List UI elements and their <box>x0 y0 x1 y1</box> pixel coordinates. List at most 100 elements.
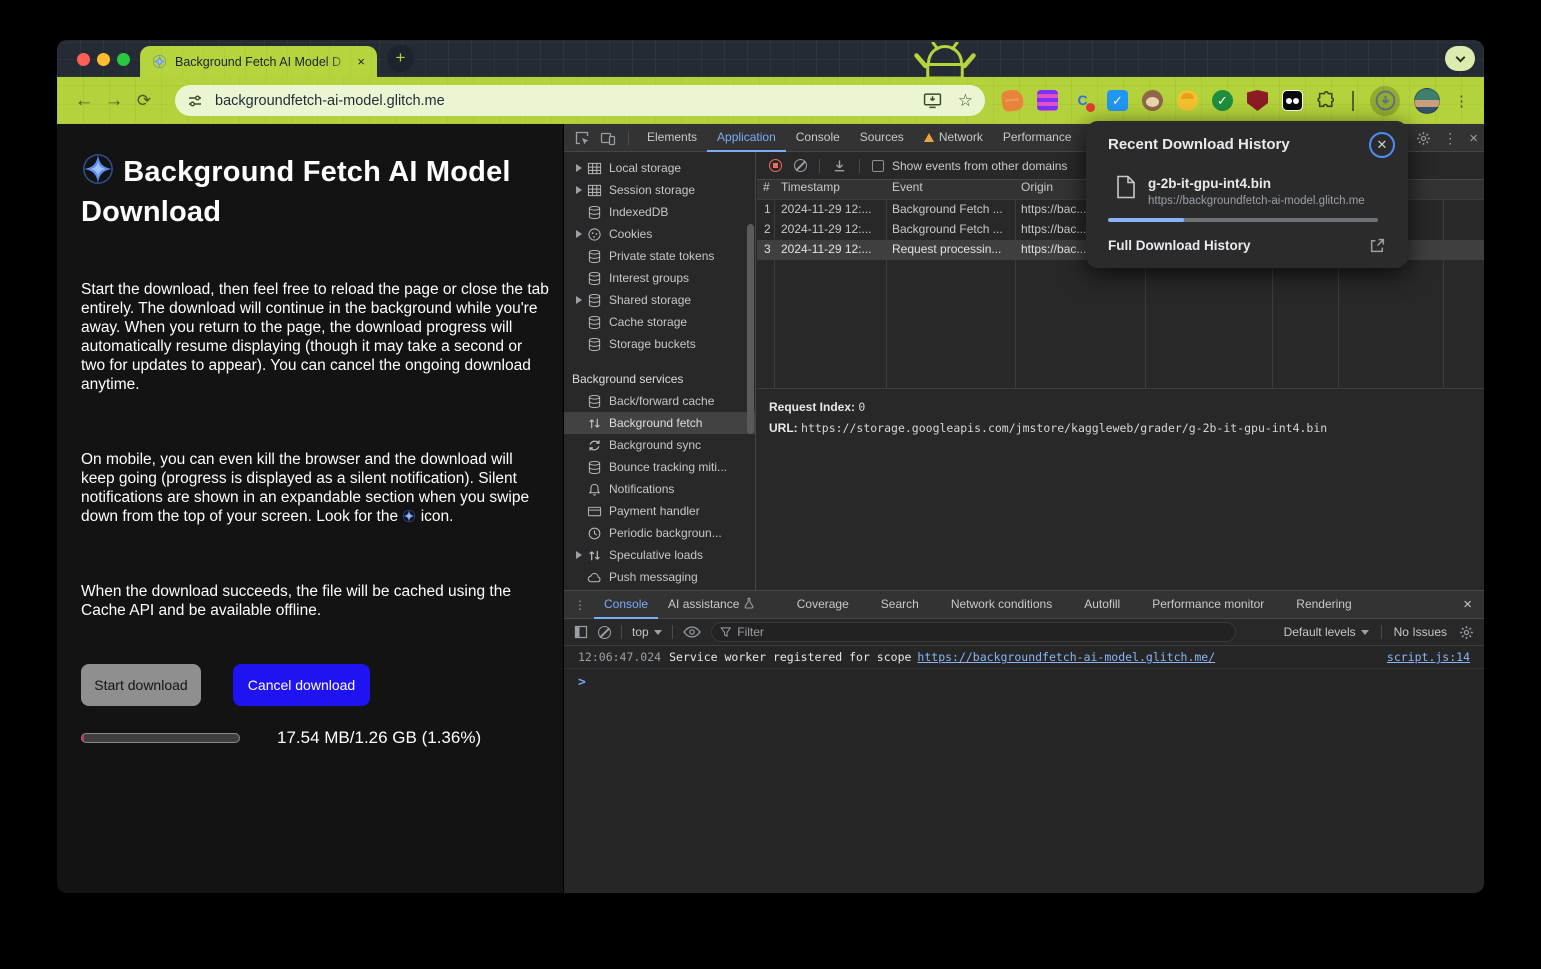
live-expression-eye-icon[interactable] <box>683 626 701 638</box>
minimize-window-button[interactable] <box>97 53 110 66</box>
sidebar-item-periodic-background-sync[interactable]: Periodic backgroun... <box>564 522 755 544</box>
clear-icon[interactable] <box>794 159 807 172</box>
extension-monkey-icon[interactable] <box>1142 90 1163 111</box>
console-prompt-chevron[interactable]: > <box>578 675 586 690</box>
devtools-settings-gear-icon[interactable] <box>1416 131 1431 146</box>
reload-icon[interactable]: ⟳ <box>129 91 159 111</box>
default-levels-selector[interactable]: Default levels <box>1284 625 1369 639</box>
download-progress-button[interactable] <box>1370 86 1400 116</box>
drawer-tab-search[interactable]: Search <box>871 591 929 619</box>
log-scope-link[interactable]: https://backgroundfetch-ai-model.glitch.… <box>917 650 1215 664</box>
console-sidebar-icon[interactable] <box>574 625 588 639</box>
extensions-puzzle-icon[interactable] <box>1317 91 1336 110</box>
profile-avatar[interactable] <box>1414 88 1440 114</box>
issues-counter[interactable]: No Issues <box>1394 625 1447 639</box>
show-events-checkbox[interactable] <box>872 160 884 172</box>
new-tab-button[interactable]: + <box>387 45 414 72</box>
browser-menu-kebab-icon[interactable]: ⋮ <box>1454 92 1468 110</box>
sidebar-scrollbar[interactable] <box>747 224 754 434</box>
sidebar-item-session-storage[interactable]: Session storage <box>564 179 755 201</box>
forward-icon[interactable]: → <box>99 90 129 112</box>
sidebar-item-local-storage[interactable]: Local storage <box>564 157 755 179</box>
drawer-tab-network-conditions[interactable]: Network conditions <box>941 591 1062 619</box>
sidebar-item-push-messaging[interactable]: Push messaging <box>564 566 755 588</box>
extension-co-icon[interactable]: C <box>1072 90 1093 111</box>
sidebar-item-notifications[interactable]: Notifications <box>564 478 755 500</box>
install-app-icon[interactable] <box>923 92 942 109</box>
record-icon[interactable] <box>769 159 782 172</box>
sidebar-item-cache-storage[interactable]: Cache storage <box>564 311 755 333</box>
tab-sources[interactable]: Sources <box>850 124 914 152</box>
close-window-button[interactable] <box>77 53 90 66</box>
omnibox[interactable]: backgroundfetch-ai-model.glitch.me ☆ <box>175 85 985 116</box>
device-toolbar-icon[interactable] <box>600 130 616 146</box>
extension-stack-icon[interactable] <box>1037 90 1058 111</box>
devtools-menu-kebab-icon[interactable]: ⋮ <box>1443 130 1457 147</box>
expand-triangle-icon[interactable] <box>572 230 585 238</box>
sidebar-item-interest-groups[interactable]: Interest groups <box>564 267 755 289</box>
sidebar-item-shared-storage[interactable]: Shared storage <box>564 289 755 311</box>
sidebar-item-storage-buckets[interactable]: Storage buckets <box>564 333 755 355</box>
inspect-element-icon[interactable] <box>574 130 590 146</box>
drawer-close-icon[interactable]: × <box>1463 596 1472 613</box>
filter-input[interactable] <box>737 625 1226 639</box>
bookmark-star-icon[interactable]: ☆ <box>958 91 973 111</box>
flask-icon <box>743 597 755 609</box>
progress-text: 17.54 MB/1.26 GB (1.36%) <box>277 728 481 748</box>
extension-green-check-icon[interactable]: ✓ <box>1212 90 1233 111</box>
tab-performance[interactable]: Performance <box>993 124 1082 152</box>
download-file-name[interactable]: g-2b-it-gpu-int4.bin <box>1148 176 1271 191</box>
console-settings-gear-icon[interactable] <box>1459 625 1474 640</box>
sidebar-item-indexeddb[interactable]: IndexedDB <box>564 201 755 223</box>
sidebar-item-background-sync[interactable]: Background sync <box>564 434 755 456</box>
save-events-icon[interactable] <box>832 158 847 173</box>
extension-worker-icon[interactable] <box>1177 90 1198 111</box>
external-link-icon[interactable] <box>1369 237 1386 254</box>
start-download-button[interactable]: Start download <box>81 664 201 706</box>
sidebar-item-private-state-tokens[interactable]: Private state tokens <box>564 245 755 267</box>
tab-network[interactable]: Network <box>914 124 993 152</box>
tab-close-icon[interactable]: × <box>353 54 369 69</box>
drawer-tab-ai-assistance[interactable]: AI assistance <box>658 591 765 619</box>
tab-elements[interactable]: Elements <box>637 124 707 152</box>
extensions-row: C ✓ ✓ ⋮ <box>1002 77 1468 124</box>
browser-tab[interactable]: Background Fetch AI Model D × <box>140 46 377 77</box>
console-filter[interactable] <box>711 622 1236 642</box>
drawer-tab-rendering[interactable]: Rendering <box>1286 591 1361 619</box>
cancel-download-button[interactable]: Cancel download <box>233 664 370 706</box>
sidebar-item-speculative-loads[interactable]: Speculative loads <box>564 544 755 566</box>
sidebar-item-cookies[interactable]: Cookies <box>564 223 755 245</box>
zoom-window-button[interactable] <box>117 53 130 66</box>
extension-goggles-icon[interactable] <box>1282 90 1303 111</box>
expand-triangle-icon[interactable] <box>572 186 585 194</box>
expand-triangle-icon[interactable] <box>572 296 585 304</box>
drawer-tab-performance-monitor[interactable]: Performance monitor <box>1142 591 1274 619</box>
full-download-history-link[interactable]: Full Download History <box>1108 238 1251 253</box>
clear-console-icon[interactable] <box>598 626 611 639</box>
log-source-link[interactable]: script.js:14 <box>1387 650 1470 664</box>
extension-check-blue-icon[interactable]: ✓ <box>1107 90 1128 111</box>
devtools-close-icon[interactable]: × <box>1469 130 1478 147</box>
site-settings-icon[interactable] <box>187 93 203 109</box>
drawer-tab-autofill[interactable]: Autofill <box>1074 591 1130 619</box>
drawer-tab-coverage[interactable]: Coverage <box>787 591 859 619</box>
extension-bread-icon[interactable] <box>1001 89 1025 113</box>
tab-application[interactable]: Application <box>707 124 786 152</box>
expand-triangle-icon[interactable] <box>572 164 585 172</box>
sidebar-item-background-fetch[interactable]: Background fetch <box>564 412 755 434</box>
extension-shield-icon[interactable] <box>1247 90 1268 111</box>
drawer-menu-kebab-icon[interactable]: ⋮ <box>574 598 586 612</box>
back-icon[interactable]: ← <box>69 90 99 112</box>
popup-close-button[interactable]: ✕ <box>1369 132 1395 158</box>
url-text[interactable]: backgroundfetch-ai-model.glitch.me <box>215 93 923 109</box>
sidebar-item-bounce-tracking[interactable]: Bounce tracking miti... <box>564 456 755 478</box>
console-toolbar: top Default levels No Issues <box>564 619 1484 646</box>
sidebar-item-back-forward-cache[interactable]: Back/forward cache <box>564 390 755 412</box>
sidebar-item-payment-handler[interactable]: Payment handler <box>564 500 755 522</box>
tab-console[interactable]: Console <box>786 124 850 152</box>
expand-triangle-icon[interactable] <box>572 551 585 559</box>
show-events-label: Show events from other domains <box>892 159 1067 173</box>
execution-context-selector[interactable]: top <box>632 625 662 639</box>
tab-search-chevron-button[interactable] <box>1445 46 1475 71</box>
drawer-tab-console[interactable]: Console <box>594 591 658 619</box>
